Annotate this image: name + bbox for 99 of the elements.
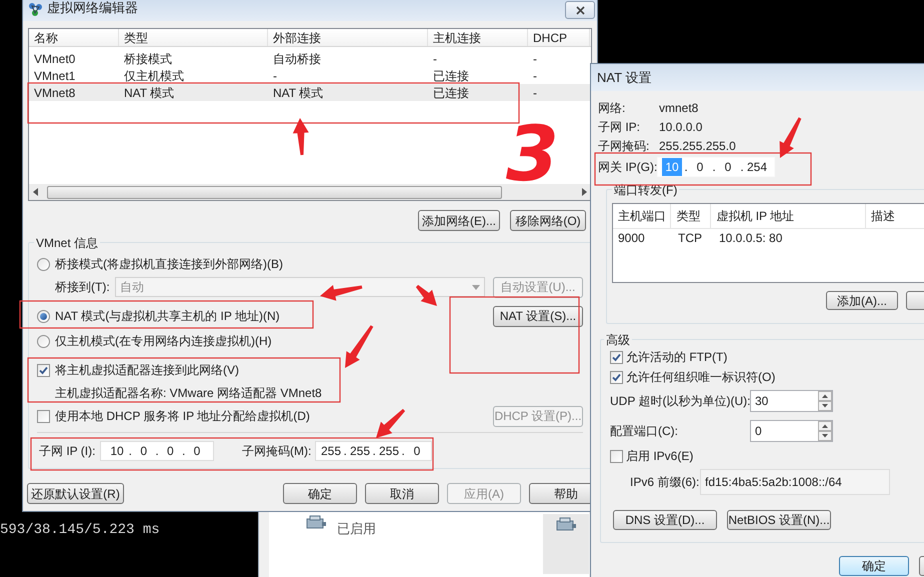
- field-value: 10.0.0.0: [659, 118, 702, 136]
- radio-label[interactable]: 仅主机模式(在专用网络内连接虚拟机)(H): [55, 332, 272, 350]
- close-button[interactable]: [565, 1, 595, 19]
- annotation-arrow: [292, 118, 309, 156]
- table-row[interactable]: VMnet8 NAT 模式 NAT 模式 已连接 -: [29, 84, 591, 101]
- terminal-text: 593/38.145/5.223 ms: [0, 522, 160, 538]
- spin-arrows-icon[interactable]: [818, 391, 832, 411]
- spin-field[interactable]: 0: [750, 420, 833, 442]
- scrollbar-thumb[interactable]: [47, 186, 502, 198]
- table-cell-text: 桥接模式: [123, 50, 173, 67]
- spin-arrows-icon[interactable]: [818, 421, 832, 441]
- table-cell-text: -: [532, 68, 538, 84]
- table-cell-text: -: [272, 68, 278, 84]
- table-cell-text: NAT 模式: [272, 84, 324, 101]
- check-icon: [612, 352, 621, 362]
- button[interactable]: 取消: [365, 483, 439, 504]
- check-icon: [39, 366, 48, 374]
- column-header[interactable]: 主机连接: [428, 29, 528, 46]
- checkbox-label[interactable]: 使用本地 DHCP 服务将 IP 地址分配给虚拟机(D): [55, 407, 310, 425]
- button[interactable]: 还原默认设置(R): [27, 483, 124, 504]
- checkbox[interactable]: [37, 410, 50, 422]
- button[interactable]: NAT 设置(S)...: [493, 306, 583, 326]
- button[interactable]: DNS 设置(D)...: [613, 510, 717, 530]
- caret-icon: [472, 284, 480, 290]
- field-value: vmnet8: [659, 100, 698, 116]
- field-label: UDP 超时(以秒为单位)(U):: [610, 393, 750, 410]
- field-label: 网络:: [598, 100, 626, 116]
- checkbox-label[interactable]: 允许活动的 FTP(T): [626, 348, 728, 366]
- table-cell-text: 已连接: [432, 84, 470, 101]
- group-title: VMnet 信息: [34, 234, 100, 252]
- radio-button[interactable]: [37, 310, 50, 322]
- ip-address-field[interactable]: 10 . 0 . 0 . 0: [100, 441, 214, 461]
- spin-field[interactable]: 30: [750, 390, 833, 412]
- checkbox-label[interactable]: 启用 IPv6(E): [626, 447, 694, 465]
- table-cell-text: -: [532, 84, 538, 101]
- column-header[interactable]: 类型: [671, 204, 712, 228]
- table-cell-text: -: [532, 50, 538, 67]
- radio-label[interactable]: NAT 模式(与虚拟机共享主机的 IP 地址)(N): [55, 307, 280, 325]
- table-cell-text: VMnet8: [33, 84, 76, 101]
- column-header[interactable]: 外部连接: [268, 29, 428, 46]
- button[interactable]: 确定: [839, 556, 909, 576]
- table-row[interactable]: VMnet0 桥接模式 自动桥接 - -: [29, 50, 591, 67]
- button[interactable]: 添加(A)...: [826, 291, 898, 310]
- field-label: 子网 IP:: [598, 118, 642, 136]
- adapter-status: 已启用: [337, 520, 376, 538]
- field-label: IPv6 前缀(6):: [630, 474, 700, 491]
- check-icon: [612, 372, 621, 382]
- table-cell-text: -: [432, 50, 438, 67]
- annotation-number: 3: [506, 112, 559, 196]
- column-header[interactable]: DHCP: [528, 29, 590, 46]
- table-row[interactable]: VMnet1 仅主机模式 - 已连接 -: [29, 67, 591, 84]
- annotation-arrow: [320, 285, 362, 301]
- annotation-arrow: [376, 408, 406, 438]
- window-title: 虚拟网络编辑器: [47, 0, 138, 16]
- adapter-name-text: 主机虚拟适配器名称: VMware 网络适配器 VMnet8: [54, 385, 322, 402]
- horizontal-scrollbar[interactable]: [29, 184, 591, 200]
- table-cell-text: TCP: [677, 230, 703, 247]
- annotation-arrow: [416, 284, 437, 306]
- checkbox[interactable]: [610, 350, 623, 364]
- field-label: 配置端口(C):: [610, 423, 679, 440]
- field-label: 子网掩码(M):: [242, 443, 312, 460]
- field-label: 子网掩码:: [598, 138, 650, 154]
- field-label: 子网 IP (I):: [39, 443, 96, 460]
- table-cell-text: VMnet0: [33, 50, 76, 67]
- checkbox-label[interactable]: 将主机虚拟适配器连接到此网络(V): [55, 361, 239, 379]
- annotation-arrow: [780, 117, 802, 158]
- button[interactable]: 添加网络(E)...: [418, 210, 500, 231]
- button[interactable]: 确定: [283, 483, 357, 504]
- column-header[interactable]: 主机端口: [613, 204, 672, 228]
- column-header[interactable]: 虚拟机 IP 地址: [711, 204, 866, 228]
- field-label: 桥接到(T):: [55, 279, 111, 296]
- table-cell-text: 10.0.0.5: 80: [718, 230, 784, 247]
- radio-button[interactable]: [37, 334, 50, 348]
- checkbox[interactable]: [610, 370, 623, 384]
- field-value: 255.255.255.0: [659, 138, 736, 154]
- table-cell-text: 9000: [617, 230, 646, 247]
- checkbox-label[interactable]: 允许任何组织唯一标识符(O): [626, 368, 776, 386]
- ip-address-field[interactable]: 255 . 255 . 255 . 0: [315, 441, 432, 461]
- radio-button[interactable]: [37, 258, 50, 270]
- table-cell-text: NAT 模式: [123, 84, 176, 101]
- table-cell-text: VMnet1: [33, 68, 76, 84]
- annotation-arrow: [345, 325, 374, 368]
- input-field[interactable]: fd15:4ba5:5a2b:1008::/64: [700, 469, 890, 495]
- table-cell-text: 仅主机模式: [123, 68, 185, 84]
- close-icon: [576, 6, 584, 14]
- checkbox[interactable]: [610, 450, 623, 462]
- table-cell-text: 已连接: [432, 68, 470, 84]
- table-cell-text: 自动桥接: [272, 50, 322, 67]
- button[interactable]: 移除网络(O): [510, 210, 586, 231]
- radio-label[interactable]: 桥接模式(将虚拟机直接连接到外部网络)(B): [55, 255, 283, 273]
- column-header[interactable]: 描述: [866, 204, 924, 228]
- column-header[interactable]: 类型: [119, 29, 268, 46]
- column-header[interactable]: 名称: [29, 29, 119, 46]
- checkbox[interactable]: [37, 364, 50, 376]
- button[interactable]: NetBIOS 设置(N)...: [727, 510, 831, 530]
- field-label: 网关 IP(G):: [598, 159, 657, 176]
- network-icon: [27, 1, 43, 17]
- ip-address-field[interactable]: 10 . 0 . 0 . 254: [657, 157, 775, 177]
- window-title: NAT 设置: [597, 68, 652, 87]
